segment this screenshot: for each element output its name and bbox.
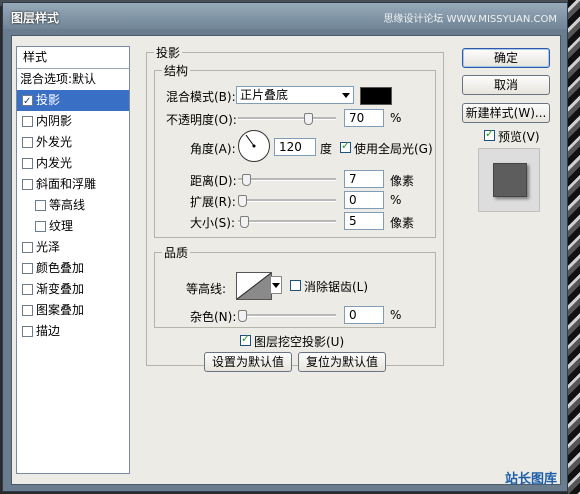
sidebar-item-inner-glow[interactable]: 内发光 xyxy=(17,153,129,174)
pattern-overlay-checkbox[interactable] xyxy=(22,305,33,316)
sidebar-item-inner-shadow[interactable]: 内阴影 xyxy=(17,111,129,132)
size-slider[interactable] xyxy=(238,216,336,228)
gradient-overlay-checkbox[interactable] xyxy=(22,284,33,295)
size-label: 大小(S): xyxy=(190,216,236,230)
chevron-down-icon xyxy=(272,283,280,288)
spread-slider-thumb[interactable] xyxy=(238,195,247,207)
distance-input[interactable]: 7 xyxy=(344,170,384,188)
texture-checkbox[interactable] xyxy=(35,221,46,232)
drop-shadow-checkbox[interactable] xyxy=(22,91,33,112)
global-light-label[interactable]: 使用全局光(G) xyxy=(354,140,433,157)
size-unit: 像素 xyxy=(390,216,415,230)
sidebar-item-pattern-overlay[interactable]: 图案叠加 xyxy=(17,300,129,321)
inner-shadow-checkbox[interactable] xyxy=(22,116,33,127)
shadow-color-swatch[interactable] xyxy=(360,87,392,105)
antialias-checkbox[interactable] xyxy=(290,280,301,291)
sidebar-item-bevel-emboss[interactable]: 斜面和浮雕 xyxy=(17,174,129,195)
chevron-down-icon xyxy=(342,93,350,98)
title-bar[interactable]: 图层样式 思缘设计论坛 WWW.MISSYUAN.COM xyxy=(3,3,567,29)
spread-label: 扩展(R): xyxy=(190,195,236,209)
styles-list: 样式 混合选项:默认 投影 内阴影 外发光 内发光 xyxy=(16,46,130,474)
opacity-slider-thumb[interactable] xyxy=(304,113,313,125)
knockout-label[interactable]: 图层挖空投影(U) xyxy=(254,333,344,350)
opacity-unit: % xyxy=(390,111,402,125)
watermark-text: 思缘设计论坛 WWW.MISSYUAN.COM xyxy=(383,14,557,25)
quality-title: 品质 xyxy=(162,244,191,261)
drop-shadow-title: 投影 xyxy=(154,44,183,61)
size-slider-thumb[interactable] xyxy=(240,216,249,228)
contour-picker[interactable] xyxy=(236,272,272,300)
distance-slider-thumb[interactable] xyxy=(242,174,251,186)
site-logo: 站长图库 xyxy=(504,472,557,487)
noise-label: 杂色(N): xyxy=(190,310,237,324)
dialog-body: 样式 混合选项:默认 投影 内阴影 外发光 内发光 xyxy=(11,35,561,485)
noise-input[interactable]: 0 xyxy=(344,306,384,324)
contour-dropdown-button[interactable] xyxy=(270,276,282,294)
angle-dial-needle-icon xyxy=(245,134,256,148)
noise-slider-thumb[interactable] xyxy=(238,310,247,322)
preview-swatch xyxy=(493,163,527,197)
stroke-checkbox[interactable] xyxy=(22,326,33,337)
sidebar-item-gradient-overlay[interactable]: 渐变叠加 xyxy=(17,279,129,300)
opacity-label: 不透明度(O): xyxy=(166,113,237,127)
sidebar-item-drop-shadow[interactable]: 投影 xyxy=(17,90,129,112)
contour-checkbox[interactable] xyxy=(35,200,46,211)
sidebar-item-color-overlay[interactable]: 颜色叠加 xyxy=(17,258,129,279)
global-light-checkbox[interactable] xyxy=(340,139,351,153)
blend-mode-label: 混合模式(B): xyxy=(166,90,236,104)
preview-label[interactable]: 预览(V) xyxy=(498,128,540,145)
structure-title: 结构 xyxy=(162,62,191,79)
sidebar-item-texture[interactable]: 纹理 xyxy=(17,216,129,237)
set-default-button[interactable]: 设置为默认值 xyxy=(204,352,292,372)
angle-unit: 度 xyxy=(320,142,333,156)
contour-label: 等高线: xyxy=(186,282,227,296)
spread-unit: % xyxy=(390,193,402,207)
distance-slider[interactable] xyxy=(238,174,336,186)
outer-glow-checkbox[interactable] xyxy=(22,137,33,148)
knockout-checkbox[interactable] xyxy=(240,332,251,346)
background-texture xyxy=(568,0,580,494)
color-overlay-checkbox[interactable] xyxy=(22,263,33,274)
sidebar-item-blend-options[interactable]: 混合选项:默认 xyxy=(17,69,129,90)
sidebar-item-outer-glow[interactable]: 外发光 xyxy=(17,132,129,153)
noise-slider[interactable] xyxy=(238,310,336,322)
blend-mode-select[interactable]: 正片叠底 xyxy=(236,86,354,104)
satin-checkbox[interactable] xyxy=(22,242,33,253)
layer-style-dialog: 图层样式 思缘设计论坛 WWW.MISSYUAN.COM 样式 混合选项:默认 … xyxy=(2,2,568,492)
sidebar-item-contour[interactable]: 等高线 xyxy=(17,195,129,216)
ok-button[interactable]: 确定 xyxy=(462,48,550,68)
spread-slider[interactable] xyxy=(238,195,336,207)
inner-glow-checkbox[interactable] xyxy=(22,158,33,169)
preview-checkbox[interactable] xyxy=(484,127,495,141)
distance-label: 距离(D): xyxy=(190,174,237,188)
spread-input[interactable]: 0 xyxy=(344,191,384,209)
sidebar-item-stroke[interactable]: 描边 xyxy=(17,321,129,342)
distance-unit: 像素 xyxy=(390,174,415,188)
sidebar-item-satin[interactable]: 光泽 xyxy=(17,237,129,258)
new-style-button[interactable]: 新建样式(W)... xyxy=(462,103,550,123)
cancel-button[interactable]: 取消 xyxy=(462,75,550,95)
bevel-emboss-checkbox[interactable] xyxy=(22,179,33,190)
angle-label: 角度(A): xyxy=(190,142,236,156)
contour-curve-icon xyxy=(236,272,272,300)
opacity-input[interactable]: 70 xyxy=(344,109,384,127)
reset-default-button[interactable]: 复位为默认值 xyxy=(298,352,386,372)
angle-input[interactable]: 120 xyxy=(274,138,316,156)
antialias-label[interactable]: 消除锯齿(L) xyxy=(304,278,368,295)
dialog-title: 图层样式 xyxy=(11,11,60,25)
opacity-slider[interactable] xyxy=(238,113,336,125)
size-input[interactable]: 5 xyxy=(344,212,384,230)
noise-unit: % xyxy=(390,308,402,322)
style-preview xyxy=(478,148,540,212)
styles-list-header[interactable]: 样式 xyxy=(17,47,129,69)
angle-dial[interactable] xyxy=(238,130,270,162)
